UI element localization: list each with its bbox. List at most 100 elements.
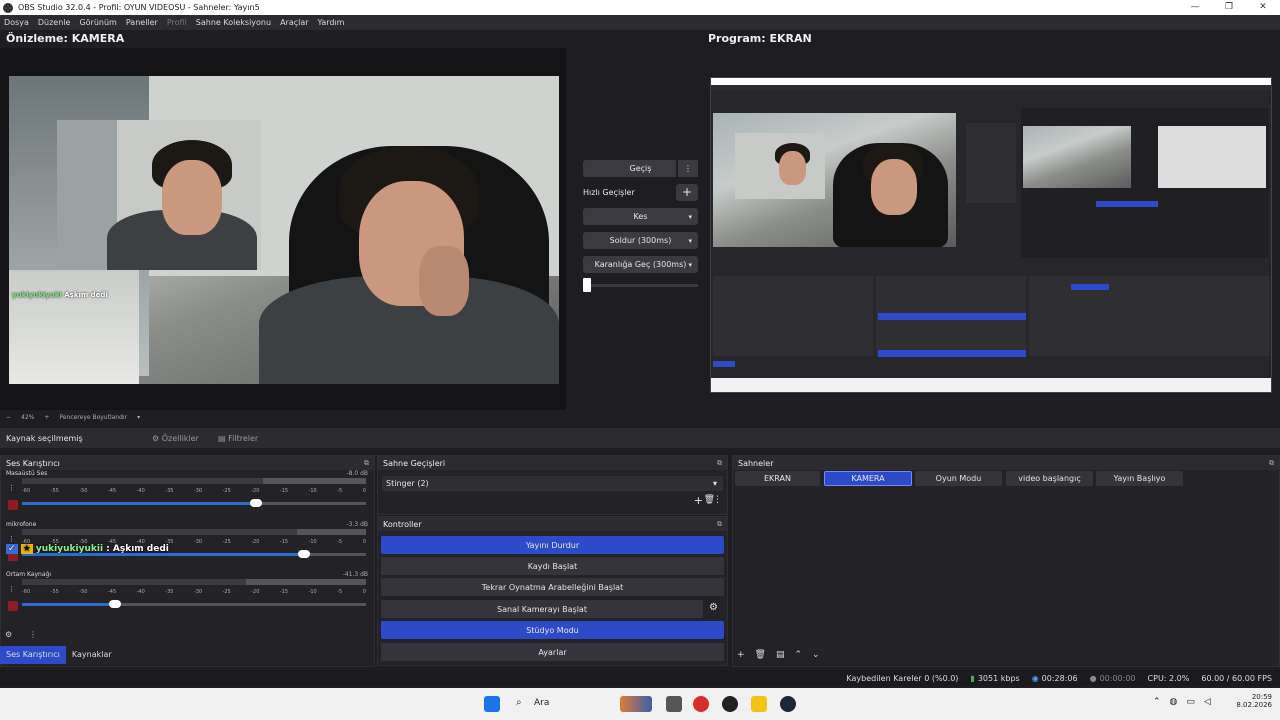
undock-icon[interactable]: ⧉ [717, 459, 722, 468]
preview-title: Önizleme: KAMERA [6, 32, 125, 45]
meter-tick-label: -35 [165, 589, 174, 595]
opera-icon[interactable] [693, 696, 709, 712]
chevron-up-icon[interactable]: ⌃ [1153, 697, 1161, 707]
scene-ekran[interactable]: EKRAN [735, 471, 820, 486]
file-explorer-icon[interactable] [751, 696, 767, 712]
menu-view[interactable]: Görünüm [79, 18, 116, 27]
t-bar-handle[interactable] [583, 278, 591, 292]
add-transition-button[interactable]: + [694, 494, 703, 507]
start-replay-buffer-button[interactable]: Tekrar Oynatma Arabelleğini Başlat [381, 578, 724, 596]
chevron-down-icon[interactable]: ▾ [688, 237, 692, 245]
menu-help[interactable]: Yardım [318, 18, 345, 27]
chevron-down-icon[interactable]: ▾ [713, 479, 717, 488]
fit-window-select[interactable]: Pencereye Boyutlandır [59, 414, 127, 421]
channel-menu-icon[interactable]: ⋮ [8, 482, 18, 494]
undock-icon[interactable]: ⧉ [364, 459, 369, 468]
add-scene-button[interactable]: + [737, 650, 745, 660]
chevron-down-icon[interactable]: ▾ [137, 414, 140, 421]
scene-transitions-header: Sahne Geçişleri ⧉ [378, 456, 727, 470]
scene-kamera[interactable]: KAMERA [824, 471, 912, 486]
search-icon[interactable]: ⌕ [516, 697, 522, 708]
zoom-in-button[interactable]: + [44, 414, 49, 421]
scene-yayin-basliyo[interactable]: Yayın Başlıyo [1096, 471, 1183, 486]
clock[interactable]: 20:59 8.02.2026 [1232, 693, 1272, 709]
menu-docks[interactable]: Paneller [126, 18, 158, 27]
mixer-settings-icon[interactable]: ⚙ [5, 630, 12, 639]
menu-scene-collection[interactable]: Sahne Koleksiyonu [196, 18, 271, 27]
quick-transition-cut[interactable]: Kes ▾ [583, 208, 698, 225]
t-bar-slider[interactable] [583, 278, 698, 292]
mixer-menu-icon[interactable]: ⋮ [29, 630, 37, 639]
transition-button[interactable]: Geçiş ⋮ [583, 160, 698, 177]
meter-tick-label: -60 [22, 589, 31, 595]
volume-slider[interactable] [22, 499, 366, 507]
scene-oyun-modu[interactable]: Oyun Modu [915, 471, 1002, 486]
preview-canvas[interactable]: yukiyukiyuki Aşkım dedi [0, 48, 566, 410]
settings-button[interactable]: Ayarlar [381, 643, 724, 661]
task-view-icon[interactable] [666, 696, 682, 712]
channel-db: -3.3 dB [346, 521, 368, 528]
volume-handle[interactable] [109, 600, 121, 608]
windows-start-icon[interactable] [484, 696, 500, 712]
chat-overlay-mixer: ✓ ★ yukiyukiyukii : Aşkım dedi [6, 544, 169, 554]
chevron-down-icon[interactable]: ▾ [688, 213, 692, 221]
maximize-button[interactable]: ❐ [1212, 0, 1246, 15]
meter-tick-label: -25 [222, 589, 231, 595]
transition-props-icon[interactable]: ⋮ [713, 495, 722, 505]
stream-time: 00:28:06 [1041, 673, 1078, 683]
start-recording-button[interactable]: Kaydı Başlat [381, 557, 724, 575]
transition-panel: Geçiş ⋮ Hızlı Geçişler + Kes ▾ Soldur (30… [583, 160, 698, 292]
meter-tick-label: -25 [222, 488, 231, 494]
transition-select[interactable]: Stinger (2) ▾ [382, 476, 723, 491]
source-toolbar: Kaynak seçilmemiş ⚙ Özellikler ▤ Filtrel… [0, 428, 1280, 448]
volume-meter [22, 478, 366, 484]
virtual-camera-settings-icon[interactable]: ⚙ [709, 602, 718, 613]
meter-tick-label: -45 [107, 488, 117, 494]
scene-video-baslangic[interactable]: video başlangıç [1006, 471, 1093, 486]
channel-menu-icon[interactable]: ⋮ [8, 583, 18, 595]
meter-tick-label: -5 [337, 488, 343, 494]
mute-icon[interactable] [8, 601, 18, 611]
delete-scene-icon[interactable]: 🗑 [755, 650, 766, 660]
taskbar-search[interactable]: Ara [534, 698, 549, 708]
mic-icon[interactable]: ◍ [1170, 697, 1178, 707]
menu-edit[interactable]: Düzenle [38, 18, 71, 27]
move-up-icon[interactable]: ⌃ [795, 650, 803, 660]
scene-filters-icon[interactable]: ▤ [776, 650, 785, 660]
volume-handle[interactable] [298, 550, 310, 558]
close-button[interactable]: ✕ [1246, 0, 1280, 15]
obs-taskbar-icon[interactable] [722, 696, 738, 712]
start-virtual-camera-button[interactable]: Sanal Kamerayı Başlat [381, 600, 703, 618]
studio-mode-button[interactable]: Stüdyo Modu [381, 621, 724, 639]
tab-sources[interactable]: Kaynaklar [66, 646, 118, 664]
stop-streaming-button[interactable]: Yayını Durdur [381, 536, 724, 554]
meter-tick-label: -40 [136, 488, 145, 494]
meter-level [297, 529, 366, 535]
volume-handle[interactable] [250, 499, 262, 507]
quick-transition-fade-black[interactable]: Karanlığa Geç (300ms) ▾ [583, 256, 698, 273]
undock-icon[interactable]: ⧉ [1269, 459, 1274, 468]
transition-menu-button[interactable]: ⋮ [676, 160, 698, 177]
move-down-icon[interactable]: ⌄ [812, 650, 820, 660]
meter-tick-label: -40 [136, 589, 145, 595]
mute-icon[interactable] [8, 500, 18, 510]
overlay-username: yukiyukiyukii [35, 544, 104, 554]
zoom-out-button[interactable]: − [6, 414, 11, 421]
minimize-button[interactable]: — [1178, 0, 1212, 15]
menu-file[interactable]: Dosya [4, 18, 29, 27]
volume-icon[interactable]: ◁ [1204, 697, 1211, 707]
menu-tools[interactable]: Araçlar [280, 18, 308, 27]
properties-button[interactable]: ⚙ Özellikler [152, 434, 199, 443]
filters-button[interactable]: ▤ Filtreler [218, 434, 258, 443]
tab-audio-mixer[interactable]: Ses Karıştırıcı [0, 646, 66, 664]
meter-tick-label: -30 [193, 589, 203, 595]
quick-transition-fade[interactable]: Soldur (300ms) ▾ [583, 232, 698, 249]
chevron-down-icon[interactable]: ▾ [688, 261, 692, 269]
network-icon[interactable]: ▭ [1186, 697, 1195, 707]
volume-slider[interactable] [22, 600, 366, 608]
undock-icon[interactable]: ⧉ [717, 520, 722, 529]
add-quick-transition-button[interactable]: + [676, 184, 698, 201]
widget-icon[interactable] [620, 696, 652, 712]
steam-icon[interactable] [780, 696, 796, 712]
menu-profile[interactable]: Profil [167, 18, 187, 27]
